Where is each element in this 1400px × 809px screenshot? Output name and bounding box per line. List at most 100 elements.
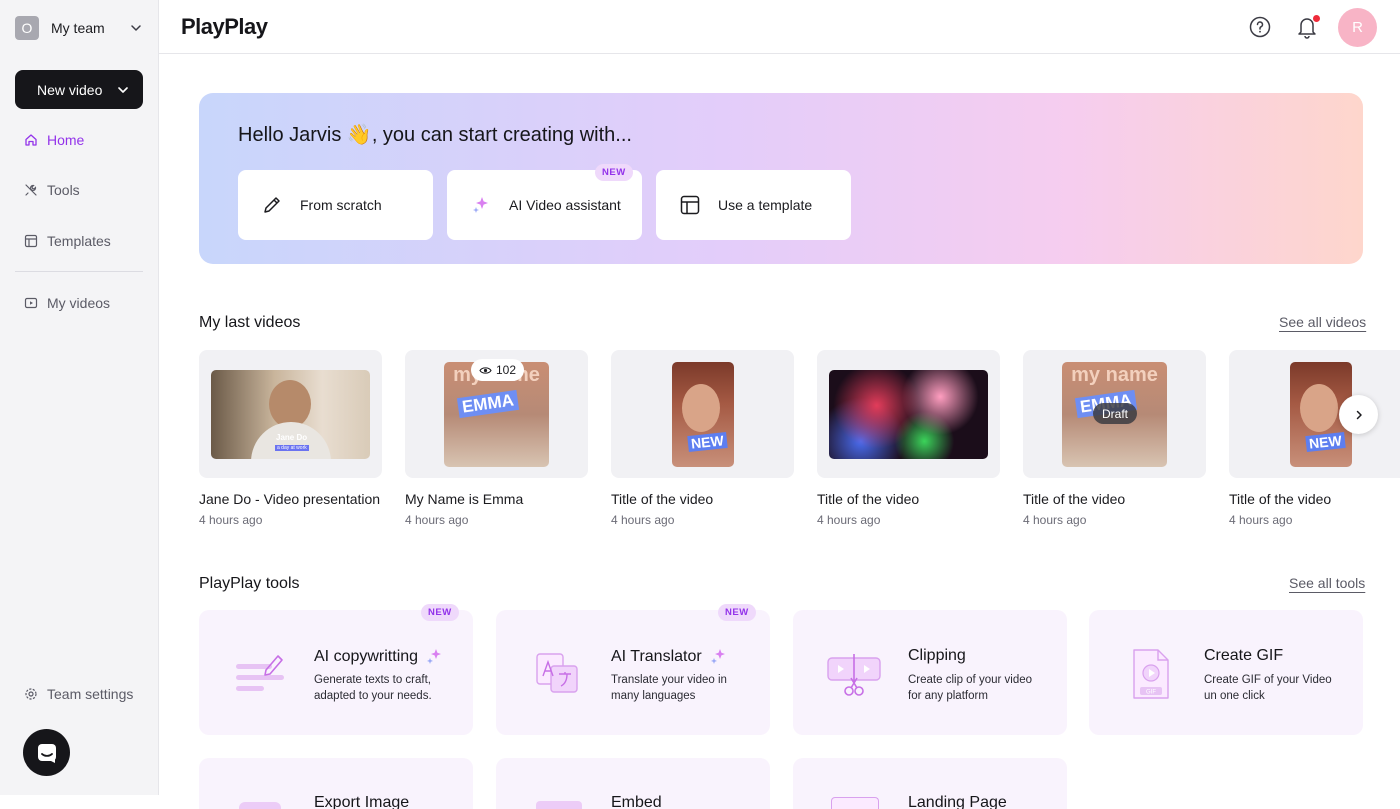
tool-title: Create GIF: [1204, 647, 1284, 664]
video-card[interactable]: NEW Title of the video 4 hours ago: [1229, 350, 1400, 527]
video-thumbnail: my name EMMA 102: [405, 350, 588, 478]
my-videos-icon: [24, 297, 38, 309]
sidebar-item-label: Home: [47, 132, 85, 148]
views-badge: 102: [471, 359, 525, 381]
person-head-shape: [682, 384, 720, 432]
playplay-logo[interactable]: PlayPlay: [181, 14, 268, 40]
overlay-subtitle: a day at work: [275, 445, 309, 451]
embed-icon: [536, 801, 582, 809]
user-avatar[interactable]: R: [1338, 8, 1377, 47]
from-scratch-label: From scratch: [300, 197, 382, 213]
sidebar-item-label: Templates: [47, 233, 111, 249]
tool-card-embed[interactable]: Embed: [496, 758, 770, 809]
sidebar-item-my-videos[interactable]: My videos: [15, 285, 143, 321]
scissors-clip-icon: [827, 654, 881, 696]
template-layout-icon: [680, 195, 700, 215]
team-switcher[interactable]: O My team: [15, 15, 143, 40]
team-avatar: O: [15, 15, 39, 40]
video-time: 4 hours ago: [1023, 513, 1087, 527]
last-videos-heading: My last videos: [199, 314, 301, 331]
top-bar: PlayPlay R: [159, 0, 1400, 54]
tool-title-row: AI Translator: [611, 647, 728, 667]
sidebar-item-label: My videos: [47, 295, 111, 311]
video-card[interactable]: my name EMMA Draft Title of the video 4 …: [1023, 350, 1206, 527]
use-template-label: Use a template: [718, 197, 813, 213]
carousel-next-button[interactable]: [1339, 395, 1378, 434]
tool-card-landing-page[interactable]: Landing Page: [793, 758, 1067, 809]
sidebar-item-tools[interactable]: Tools: [15, 172, 143, 208]
tool-card-clipping[interactable]: Clipping Create clip of your video for a…: [793, 610, 1067, 735]
help-icon[interactable]: [1249, 16, 1271, 38]
support-chat-button[interactable]: [23, 729, 70, 776]
tool-description: Create GIF of your Video un one click: [1204, 674, 1332, 702]
video-time: 4 hours ago: [405, 513, 469, 527]
notification-dot: [1313, 15, 1320, 22]
eye-icon: [479, 366, 492, 374]
video-title: Title of the video: [1023, 491, 1126, 507]
home-icon: [25, 134, 37, 146]
tool-card-export-image[interactable]: Export Image: [199, 758, 473, 809]
views-count: 102: [496, 363, 517, 377]
person-head-shape: [269, 380, 311, 428]
from-scratch-button[interactable]: From scratch: [238, 170, 433, 240]
templates-icon: [24, 234, 38, 248]
tool-description: Translate your video in many languages: [611, 674, 727, 702]
sparkle-icon: [710, 649, 725, 664]
tool-title: Landing Page: [908, 794, 1007, 809]
video-time: 4 hours ago: [1229, 513, 1293, 527]
draft-badge: Draft: [1093, 403, 1138, 424]
video-preview: [829, 370, 988, 459]
tool-title: Embed: [611, 794, 662, 809]
see-all-videos-link[interactable]: See all videos: [1279, 314, 1366, 330]
tool-title-row: Export Image: [314, 794, 409, 809]
video-card[interactable]: NEW Title of the video 4 hours ago: [611, 350, 794, 527]
translator-icon: [536, 653, 578, 693]
overlay-tag: NEW: [687, 432, 728, 452]
tool-title: AI copywritting: [314, 648, 419, 665]
hero-greeting: Hello Jarvis 👋, you can start creating w…: [238, 124, 632, 146]
video-thumbnail: my name EMMA Draft: [1023, 350, 1206, 478]
video-preview: Jane Do a day at work: [211, 370, 370, 459]
tool-title-row: Landing Page: [908, 794, 1007, 809]
use-template-button[interactable]: Use a template: [656, 170, 851, 240]
new-badge: NEW: [595, 164, 633, 181]
sidebar: O My team New video Home Tools Templates…: [0, 0, 159, 795]
export-image-icon: [239, 802, 281, 809]
sidebar-item-label: Tools: [47, 182, 80, 198]
chevron-down-icon: [131, 24, 141, 31]
hero-banner: Hello Jarvis 👋, you can start creating w…: [199, 93, 1363, 264]
video-thumbnail: [817, 350, 1000, 478]
tool-title-row: AI copywritting: [314, 647, 444, 667]
chat-icon: [37, 743, 56, 763]
tool-title-row: Create GIF: [1204, 647, 1283, 665]
tool-card-create-gif[interactable]: GIF Create GIF Create GIF of your Video …: [1089, 610, 1363, 735]
person-head-shape: [1300, 384, 1338, 432]
video-card[interactable]: Title of the video 4 hours ago: [817, 350, 1000, 527]
chevron-down-icon: [118, 86, 128, 93]
video-time: 4 hours ago: [817, 513, 881, 527]
video-thumbnail: Jane Do a day at work: [199, 350, 382, 478]
video-card[interactable]: Jane Do a day at work Jane Do - Video pr…: [199, 350, 382, 527]
tool-title: Export Image: [314, 794, 410, 809]
sparkle-icon: [473, 197, 488, 213]
team-settings-link[interactable]: Team settings: [15, 676, 143, 712]
overlay-tag: NEW: [1305, 432, 1346, 452]
tool-title-row: Clipping: [908, 647, 966, 665]
sidebar-item-home[interactable]: Home: [15, 122, 143, 158]
video-card[interactable]: my name EMMA 102 My Name is Emma 4 hours…: [405, 350, 588, 527]
video-thumbnail: NEW: [611, 350, 794, 478]
overlay-name: Jane Do: [276, 433, 308, 442]
video-title: Title of the video: [817, 491, 920, 507]
see-all-tools-link[interactable]: See all tools: [1289, 575, 1365, 591]
pencil-icon: [264, 197, 280, 213]
tool-card-ai-copywriting[interactable]: AI copywritting Generate texts to craft,…: [199, 604, 473, 735]
tool-card-ai-translator[interactable]: AI Translator Translate your video in ma…: [496, 604, 770, 735]
video-title: Title of the video: [1229, 491, 1332, 507]
sidebar-item-templates[interactable]: Templates: [15, 223, 143, 259]
gif-label: GIF: [1146, 690, 1156, 696]
gear-icon: [25, 688, 37, 700]
team-settings-label: Team settings: [47, 686, 134, 702]
tool-description: Create clip of your video for any platfo…: [908, 674, 1033, 702]
new-video-button[interactable]: New video: [15, 70, 143, 109]
tool-description: Generate texts to craft, adapted to your…: [314, 674, 432, 702]
